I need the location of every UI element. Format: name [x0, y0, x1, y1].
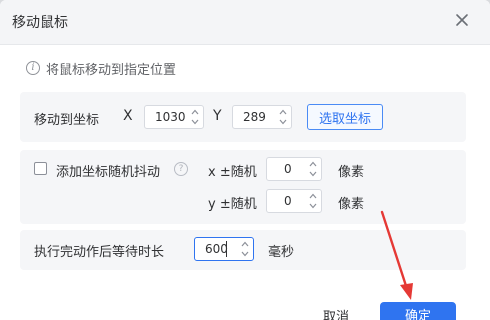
chevron-down-icon[interactable] — [190, 118, 200, 126]
wait-stepper[interactable] — [240, 240, 250, 258]
move-to-label: 移动到坐标 — [34, 113, 100, 128]
jitter-y-stepper[interactable] — [308, 192, 318, 210]
hint-text: 将鼠标移动到指定位置 — [46, 62, 177, 78]
jitter-x-stepper[interactable] — [308, 160, 318, 178]
y-coordinate-input[interactable]: 289 — [232, 105, 292, 129]
x-axis-label: X — [123, 108, 133, 124]
jitter-checkbox[interactable] — [34, 162, 47, 175]
wait-duration-input[interactable]: 600 — [194, 237, 254, 261]
dialog-header: 移动鼠标 — [0, 0, 490, 45]
jitter-y-input[interactable]: 0 — [266, 189, 322, 213]
wait-unit: 毫秒 — [268, 245, 295, 260]
chevron-up-icon[interactable] — [308, 160, 318, 168]
y-stepper[interactable] — [278, 108, 288, 126]
jitter-x-input[interactable]: 0 — [266, 157, 322, 181]
help-icon[interactable]: ? — [174, 162, 188, 176]
hint: i 将鼠标移动到指定位置 — [26, 59, 177, 78]
chevron-down-icon[interactable] — [240, 250, 250, 258]
jitter-label: 添加坐标随机抖动 — [56, 165, 161, 180]
chevron-down-icon[interactable] — [278, 118, 288, 126]
cancel-button[interactable]: 取消 — [323, 306, 363, 320]
annotation-arrow-head — [400, 283, 413, 300]
chevron-up-icon[interactable] — [278, 108, 288, 116]
jitter-x-unit: 像素 — [338, 165, 365, 180]
chevron-up-icon[interactable] — [308, 192, 318, 200]
jitter-x-value: 0 — [284, 162, 292, 176]
y-axis-label: Y — [213, 108, 222, 124]
x-coordinate-value: 1030 — [155, 110, 186, 124]
jitter-y-unit: 像素 — [338, 197, 365, 212]
x-coordinate-input[interactable]: 1030 — [144, 105, 204, 129]
chevron-up-icon[interactable] — [190, 108, 200, 116]
jitter-y-label: y ±随机 — [208, 197, 257, 212]
wait-label: 执行完动作后等待时长 — [34, 245, 165, 260]
chevron-down-icon[interactable] — [308, 202, 318, 210]
chevron-down-icon[interactable] — [308, 170, 318, 178]
move-mouse-dialog: 移动鼠标 i 将鼠标移动到指定位置 移动到坐标 X 1030 Y 289 选取坐… — [0, 0, 490, 320]
dialog-title: 移动鼠标 — [12, 15, 68, 31]
confirm-button[interactable]: 确定 — [380, 302, 456, 320]
y-coordinate-value: 289 — [243, 110, 266, 124]
jitter-x-label: x ±随机 — [208, 165, 257, 180]
wait-duration-value: 600 — [205, 242, 228, 256]
pick-coordinate-button[interactable]: 选取坐标 — [307, 104, 383, 130]
close-icon[interactable] — [454, 12, 470, 28]
text-cursor — [226, 241, 227, 257]
x-stepper[interactable] — [190, 108, 200, 126]
jitter-y-value: 0 — [284, 194, 292, 208]
chevron-up-icon[interactable] — [240, 240, 250, 248]
info-icon: i — [26, 61, 40, 75]
